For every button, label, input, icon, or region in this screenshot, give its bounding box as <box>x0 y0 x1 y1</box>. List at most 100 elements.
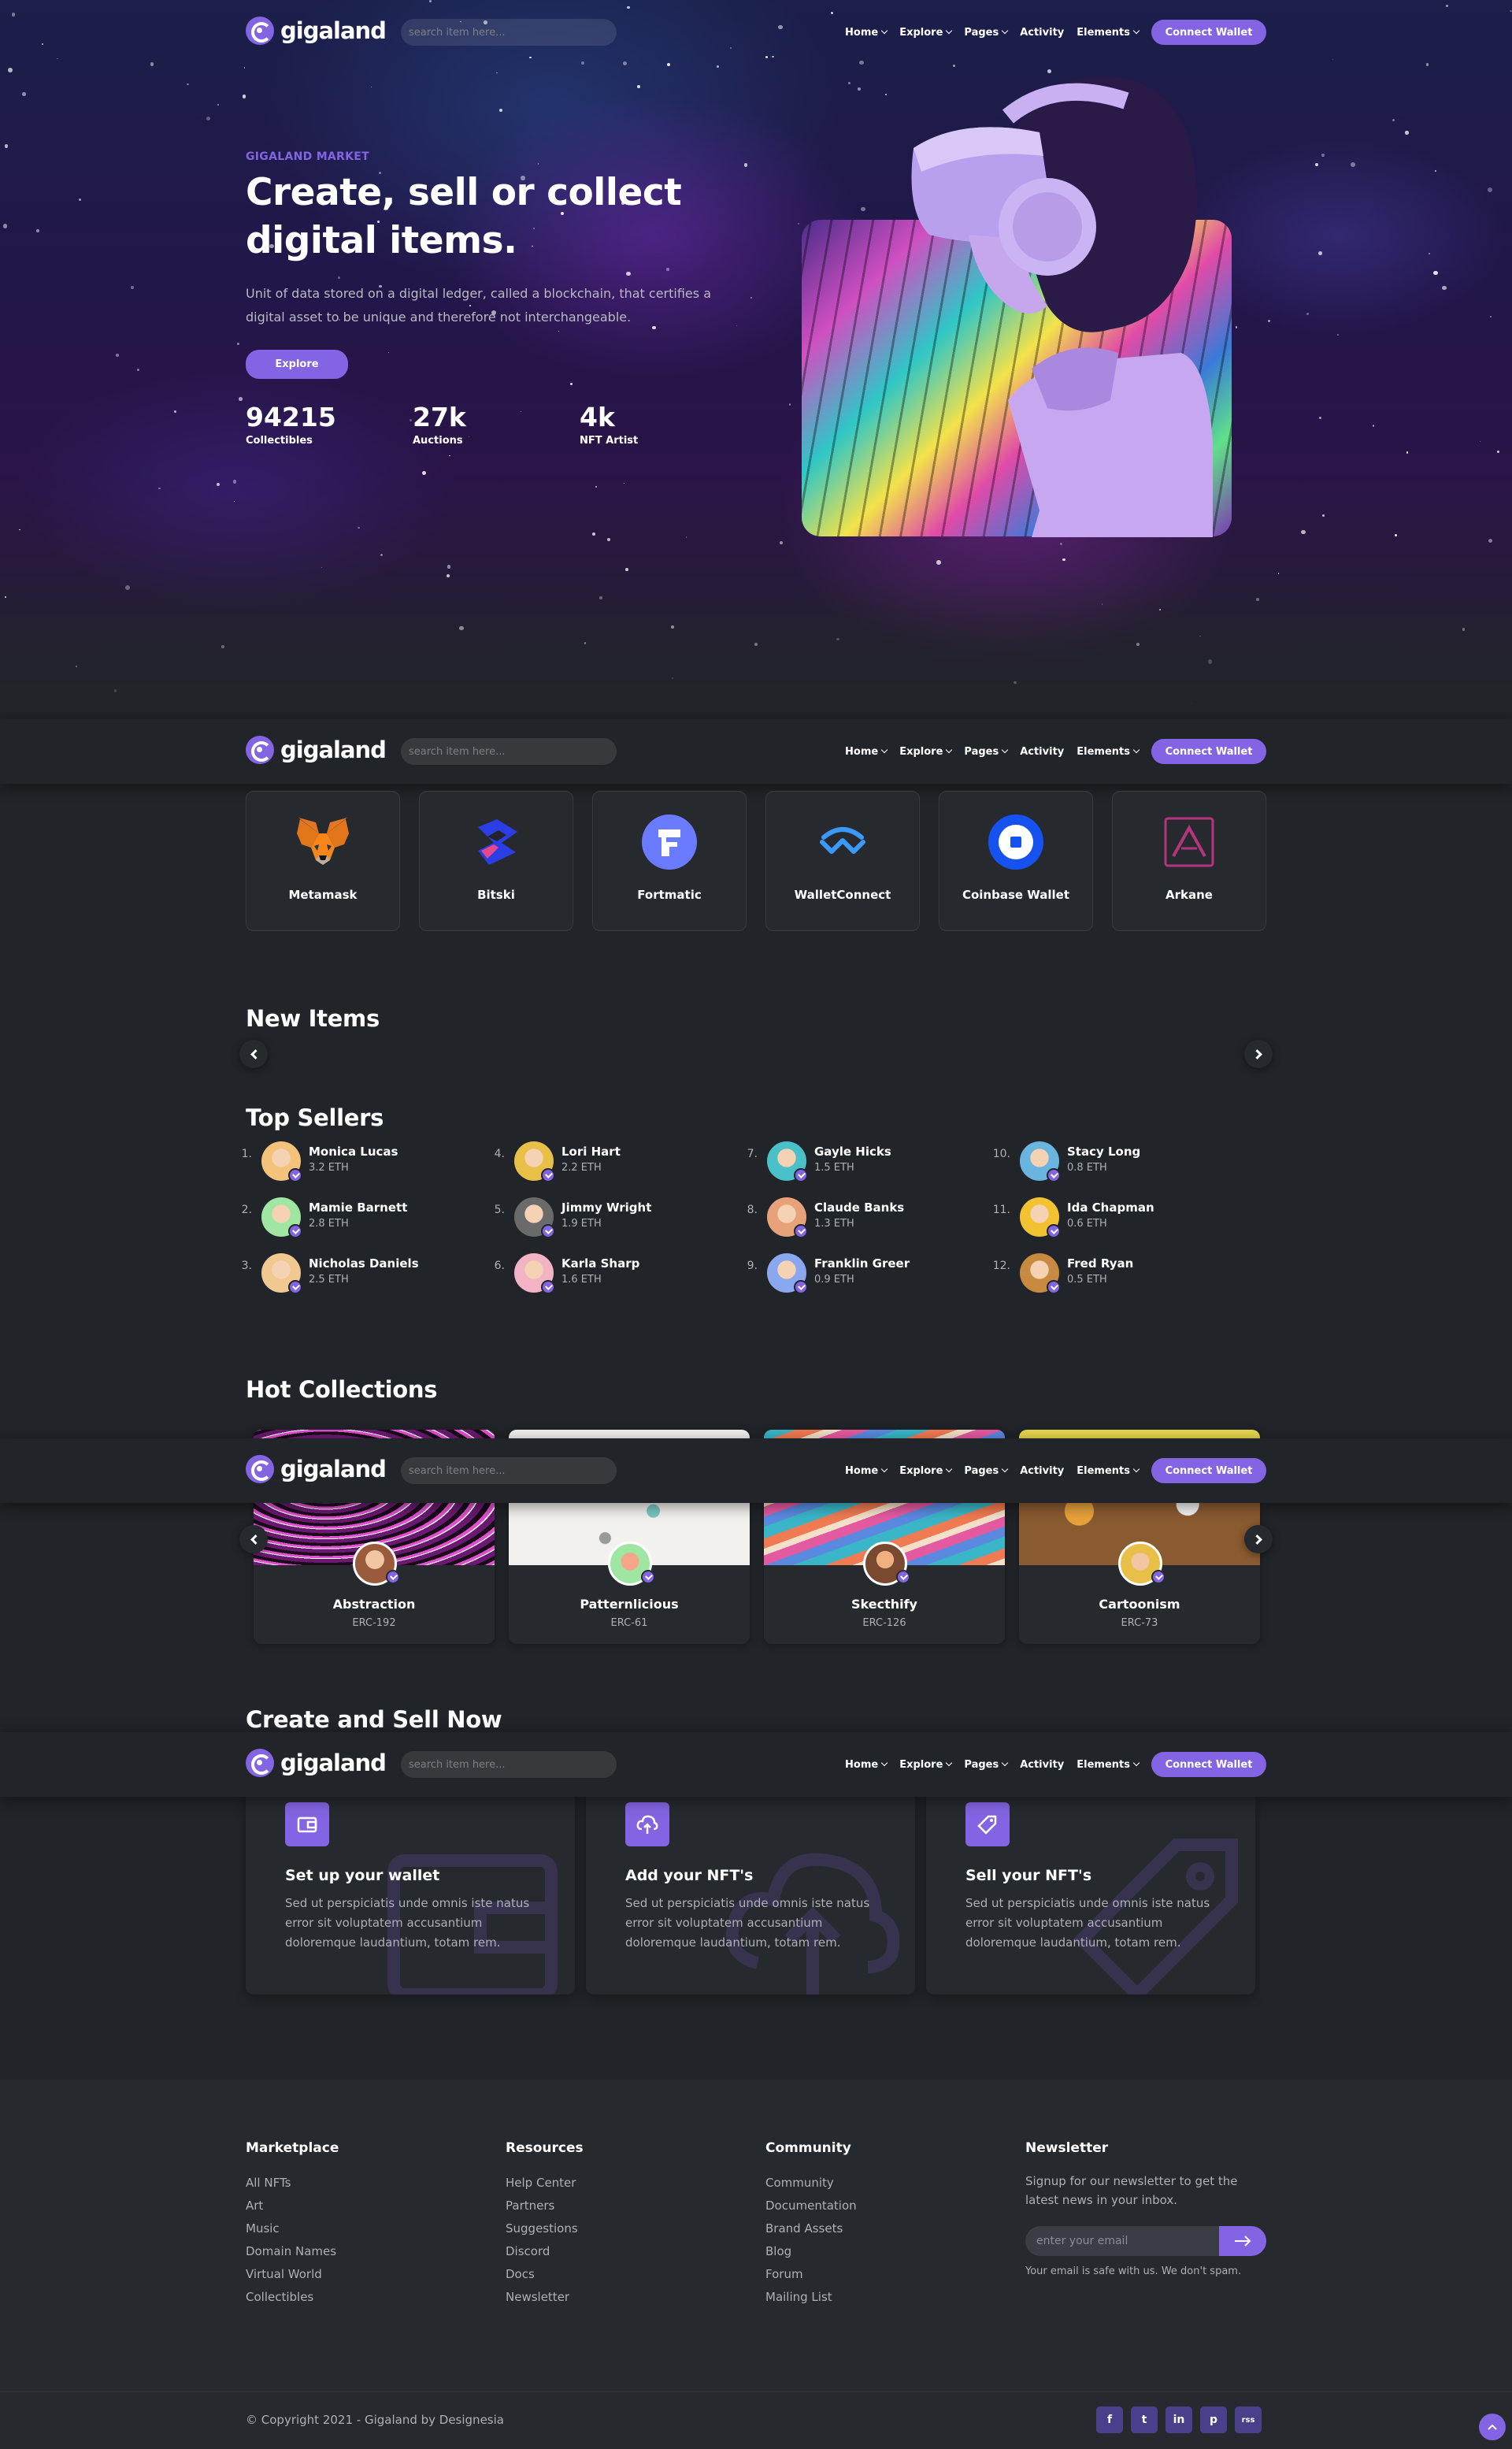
collections-next-button[interactable] <box>1244 1525 1273 1553</box>
footer-link[interactable]: Discord <box>506 2240 584 2263</box>
scroll-to-top-button[interactable] <box>1479 2414 1506 2440</box>
star <box>125 585 131 591</box>
star <box>1318 251 1322 255</box>
nav-elements[interactable]: Elements <box>1077 1465 1140 1477</box>
chevron-down-icon <box>1132 1759 1140 1767</box>
footer-link[interactable]: Suggestions <box>506 2217 584 2240</box>
footer-link[interactable]: Partners <box>506 2195 584 2217</box>
connect-wallet-button[interactable]: Connect Wallet <box>1151 20 1266 45</box>
seller-item[interactable]: 11. Ida Chapman 0.6 ETH <box>987 1197 1223 1240</box>
chevron-down-icon <box>880 1759 888 1767</box>
nav-explore[interactable]: Explore <box>899 27 953 39</box>
nav-activity[interactable]: Activity <box>1020 1759 1064 1771</box>
connect-wallet-button[interactable]: Connect Wallet <box>1151 1458 1266 1483</box>
search-input[interactable] <box>401 1457 617 1484</box>
nav-explore[interactable]: Explore <box>899 1759 953 1771</box>
seller-name: Stacy Long <box>1067 1145 1141 1159</box>
copyright: © Copyright 2021 - Gigaland by Designesi… <box>246 2413 504 2427</box>
nav-elements[interactable]: Elements <box>1077 27 1140 39</box>
search-input[interactable] <box>401 738 617 765</box>
nav-activity[interactable]: Activity <box>1020 1465 1064 1477</box>
chevron-down-icon <box>1132 746 1140 754</box>
hot-collections-title: Hot Collections <box>246 1376 438 1403</box>
new-items-next-button[interactable] <box>1244 1040 1273 1068</box>
star <box>754 642 758 647</box>
seller-item[interactable]: 5. Jimmy Wright 1.9 ETH <box>481 1197 717 1240</box>
nav-elements[interactable]: Elements <box>1077 746 1140 758</box>
star <box>173 410 176 414</box>
seller-item[interactable]: 9. Franklin Greer 0.9 ETH <box>734 1253 970 1296</box>
nav-home[interactable]: Home <box>845 1465 888 1477</box>
nav-explore[interactable]: Explore <box>899 746 953 758</box>
wallet-metamask[interactable]: Metamask <box>246 791 400 931</box>
wallet-coinbase[interactable]: Coinbase Wallet <box>939 791 1093 931</box>
nav-home[interactable]: Home <box>845 1759 888 1771</box>
footer-link[interactable]: Help Center <box>506 2172 584 2195</box>
nav-home[interactable]: Home <box>845 27 888 39</box>
wallet-bitski[interactable]: Bitski <box>419 791 573 931</box>
seller-item[interactable]: 3. Nicholas Daniels 2.5 ETH <box>228 1253 465 1296</box>
seller-item[interactable]: 7. Gayle Hicks 1.5 ETH <box>734 1141 970 1184</box>
nav-pages[interactable]: Pages <box>964 1759 1009 1771</box>
search-input[interactable] <box>401 1751 617 1778</box>
nav-pages[interactable]: Pages <box>964 27 1009 39</box>
footer-link[interactable]: Collectibles <box>246 2286 339 2309</box>
seller-item[interactable]: 1. Monica Lucas 3.2 ETH <box>228 1141 465 1184</box>
wallet-walletconnect[interactable]: WalletConnect <box>765 791 920 931</box>
nav-home[interactable]: Home <box>845 746 888 758</box>
footer-link[interactable]: Virtual World <box>246 2263 339 2286</box>
footer-link[interactable]: Domain Names <box>246 2240 339 2263</box>
connect-wallet-button[interactable]: Connect Wallet <box>1151 739 1266 764</box>
wallet-arkane[interactable]: Arkane <box>1112 791 1266 931</box>
wallet-name: WalletConnect <box>794 888 891 902</box>
search-input[interactable] <box>401 19 617 46</box>
logo[interactable]: gigaland <box>246 1749 387 1777</box>
footer-link[interactable]: Docs <box>506 2263 584 2286</box>
seller-item[interactable]: 2. Mamie Barnett 2.8 ETH <box>228 1197 465 1240</box>
newsletter-email-input[interactable] <box>1025 2226 1219 2256</box>
explore-button[interactable]: Explore <box>246 350 348 379</box>
footer-link[interactable]: Forum <box>765 2263 857 2286</box>
seller-item[interactable]: 6. Karla Sharp 1.6 ETH <box>481 1253 717 1296</box>
nav-pages[interactable]: Pages <box>964 746 1009 758</box>
wallet-name: Coinbase Wallet <box>962 888 1070 902</box>
wallet-name: Arkane <box>1166 888 1213 902</box>
seller-item[interactable]: 10. Stacy Long 0.8 ETH <box>987 1141 1223 1184</box>
footer-link[interactable]: Newsletter <box>506 2286 584 2309</box>
seller-item[interactable]: 4. Lori Hart 2.2 ETH <box>481 1141 717 1184</box>
seller-item[interactable]: 8. Claude Banks 1.3 ETH <box>734 1197 970 1240</box>
nav-activity[interactable]: Activity <box>1020 746 1064 758</box>
twitter-icon[interactable]: t <box>1131 2406 1158 2433</box>
verified-icon <box>794 1168 808 1182</box>
new-items-prev-button[interactable] <box>239 1040 268 1068</box>
newsletter-submit-button[interactable] <box>1219 2226 1266 2256</box>
footer-link[interactable]: Mailing List <box>765 2286 857 2309</box>
footer-link[interactable]: Community <box>765 2172 857 2195</box>
logo[interactable]: gigaland <box>246 17 387 45</box>
footer-link[interactable]: All NFTs <box>246 2172 339 2195</box>
footer-link[interactable]: Brand Assets <box>765 2217 857 2240</box>
footer-link[interactable]: Blog <box>765 2240 857 2263</box>
star <box>1462 628 1466 631</box>
seller-item[interactable]: 12. Fred Ryan 0.5 ETH <box>987 1253 1223 1296</box>
logo[interactable]: gigaland <box>246 736 387 764</box>
wallet-fortmatic[interactable]: Fortmatic <box>592 791 747 931</box>
rss-icon[interactable]: rss <box>1235 2406 1262 2433</box>
star <box>570 382 573 386</box>
connect-wallet-button[interactable]: Connect Wallet <box>1151 1752 1266 1777</box>
seller-rank: 6. <box>494 1260 505 1272</box>
seller-eth: 2.8 ETH <box>309 1218 349 1230</box>
logo[interactable]: gigaland <box>246 1455 387 1483</box>
footer-link[interactable]: Art <box>246 2195 339 2217</box>
pinterest-icon[interactable]: p <box>1200 2406 1227 2433</box>
footer-link[interactable]: Music <box>246 2217 339 2240</box>
collections-prev-button[interactable] <box>239 1525 268 1553</box>
nav-elements[interactable]: Elements <box>1077 1759 1140 1771</box>
facebook-icon[interactable]: f <box>1096 2406 1123 2433</box>
footer-link[interactable]: Documentation <box>765 2195 857 2217</box>
linkedin-icon[interactable]: in <box>1166 2406 1192 2433</box>
star <box>421 470 426 475</box>
nav-explore[interactable]: Explore <box>899 1465 953 1477</box>
nav-activity[interactable]: Activity <box>1020 27 1064 39</box>
nav-pages[interactable]: Pages <box>964 1465 1009 1477</box>
